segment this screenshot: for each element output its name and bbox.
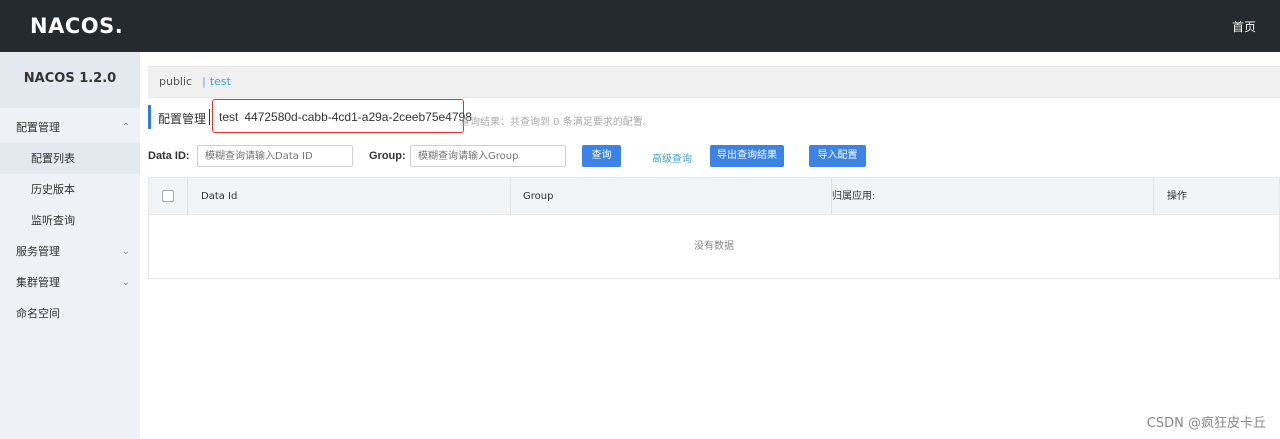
advanced-search-link[interactable]: 高级查询 [652,150,692,165]
namespace-public-link[interactable]: public [159,75,192,88]
sidebar-item-listener-query[interactable]: 监听查询 [0,205,140,236]
data-id-input[interactable] [197,145,353,167]
page-title-row: 配置管理 test 4472580d-cabb-4cd1-a29a-2ceeb75… [148,99,1280,133]
sidebar-item-history[interactable]: 历史版本 [0,174,140,205]
query-result-text: 查询结果：共查询到 0 条满足要求的配置。 [460,117,653,128]
column-header-app[interactable]: 归属应用: [832,178,875,215]
column-header-actions: 操作 [1167,191,1187,202]
title-separator [209,109,210,125]
export-button[interactable]: 导出查询结果 [710,145,784,167]
namespace-id: 4472580d-cabb-4cd1-a29a-2ceeb75e4798 [244,110,472,124]
config-table: Data Id Group 归属应用: 操作 没有数据 [148,177,1280,279]
select-all-checkbox[interactable] [162,190,174,202]
import-button[interactable]: 导入配置 [809,145,866,167]
namespace-name: test [219,110,239,124]
sidebar-item-label: 集群管理 [16,276,60,289]
column-header-group[interactable]: Group [523,178,553,215]
group-input[interactable] [410,145,566,167]
sidebar-version: NACOS 1.2.0 [0,52,140,108]
chevron-down-icon: ⌄ [121,277,130,288]
data-id-label: Data ID: [148,150,190,162]
sidebar-item-label: 监听查询 [31,214,75,227]
sidebar-item-cluster-management[interactable]: 集群管理 ⌄ [0,267,140,298]
search-button[interactable]: 查询 [582,145,621,167]
sidebar-item-service-management[interactable]: 服务管理 ⌄ [0,236,140,267]
title-accent-bar [148,105,151,129]
sidebar: NACOS 1.2.0 配置管理 ⌃ 配置列表 历史版本 监听查询 服务管理 ⌄… [0,52,140,439]
namespace-info: test 4472580d-cabb-4cd1-a29a-2ceeb75e4798 [219,110,478,124]
page-title: 配置管理 [158,112,207,126]
sidebar-item-config-list[interactable]: 配置列表 [0,143,140,174]
home-link[interactable]: 首页 [1232,18,1256,35]
sidebar-item-namespace[interactable]: 命名空间 [0,298,140,329]
sidebar-item-label: 历史版本 [31,183,75,196]
group-label: Group: [369,150,406,162]
sidebar-item-label: 命名空间 [16,307,60,320]
sidebar-item-label: 配置列表 [31,152,75,165]
top-header: NACOS. 首页 [0,0,1280,52]
nacos-logo[interactable]: NACOS. [30,14,123,38]
empty-state-text: 没有数据 [694,241,734,252]
namespace-test-link[interactable]: test [210,75,231,88]
watermark: CSDN @疯狂皮卡丘 [1146,416,1266,431]
sidebar-item-label: 配置管理 [16,121,60,134]
sidebar-item-label: 服务管理 [16,245,60,258]
namespace-bar: public | test [148,66,1280,98]
namespace-separator: | [202,75,206,88]
chevron-down-icon: ⌄ [121,246,130,257]
sidebar-item-config-management[interactable]: 配置管理 ⌃ [0,112,140,143]
column-header-data-id[interactable]: Data Id [201,178,237,215]
chevron-up-icon: ⌃ [121,122,130,133]
filter-row: Data ID: Group: 查询 高级查询 导出查询结果 导入配置 [148,145,1280,169]
table-header: Data Id Group 归属应用: 操作 [149,178,1279,215]
main-content: public | test 配置管理 test 4472580d-cabb-4cd1-… [148,52,1280,439]
